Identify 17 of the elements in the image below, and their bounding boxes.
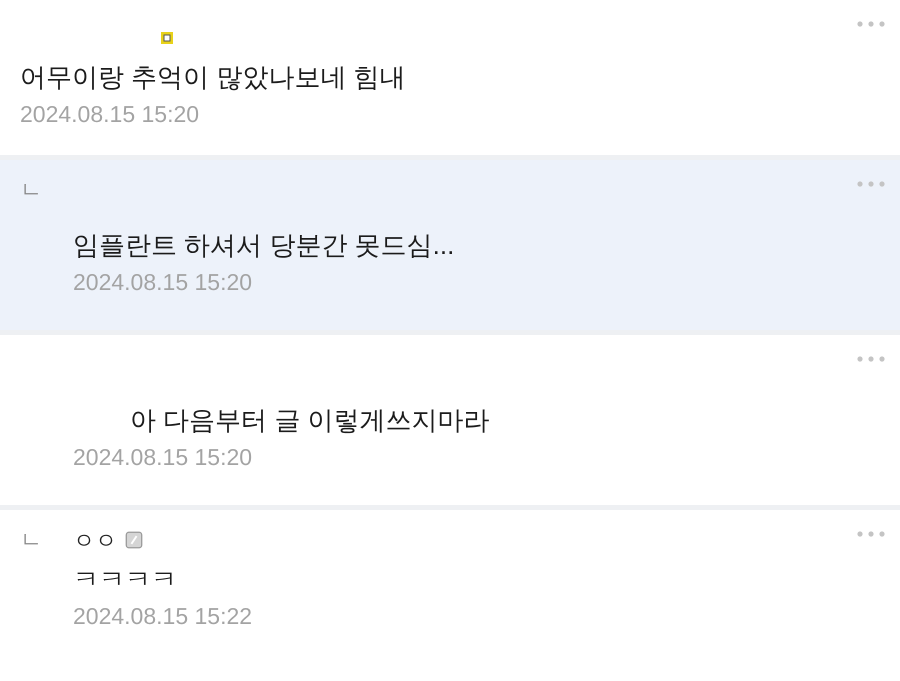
comment-date: 2024.08.15 15:20 [73,269,254,297]
comment-text: 어무이랑 추억이 많았나보네 힘내 [20,62,407,94]
comment-text: 아 다음부터 글 이렇게쓰지마라 [129,405,491,436]
comment-text: ㅋㅋㅋㅋ [73,564,178,596]
more-options-icon[interactable] [856,355,886,363]
comment-date: 2024.08.15 15:20 [20,101,200,129]
comment-date: 2024.08.15 15:22 [73,603,254,631]
nickname: ㅇㅇ [73,526,117,554]
guest-badge-icon [125,531,143,549]
more-options-icon[interactable] [856,20,886,28]
comment-date: 2024.08.15 15:20 [73,444,254,472]
level-badge-icon [160,31,174,45]
reply-mark: ㄴ [20,179,43,201]
comment-text: 임플란트 하셔서 당분간 못드심... [73,230,456,262]
more-options-icon[interactable] [856,180,886,188]
reply-mark: ㄴ [20,529,43,551]
more-options-icon[interactable] [856,530,886,538]
